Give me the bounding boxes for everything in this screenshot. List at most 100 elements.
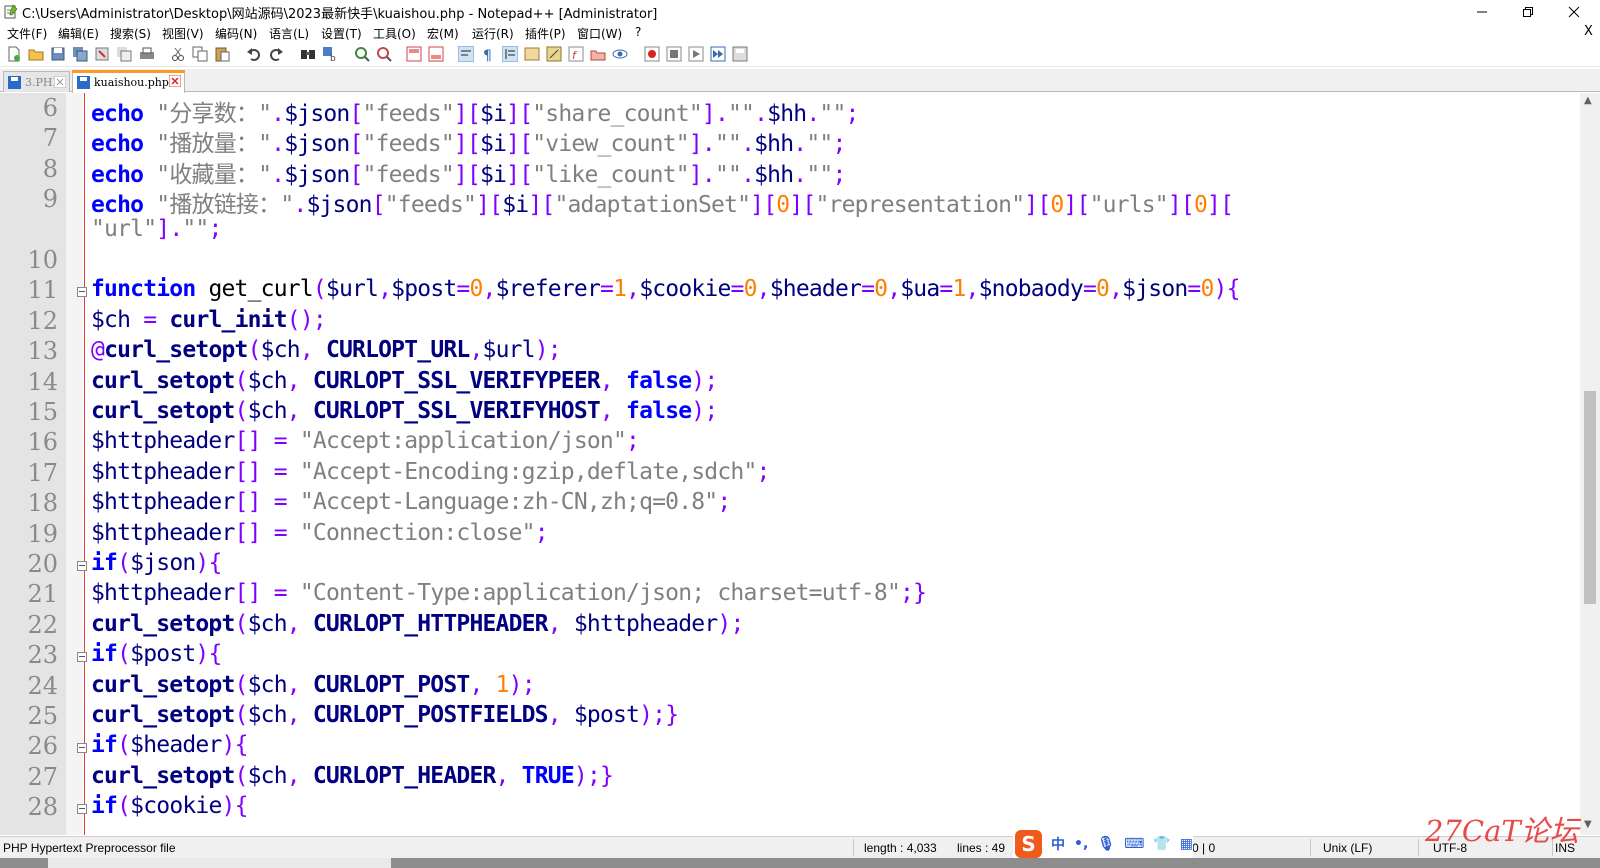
menu-edit[interactable]: 编辑(E)	[58, 25, 99, 42]
show-all-characters-icon[interactable]: ¶	[480, 46, 496, 62]
replace-icon[interactable]: b	[322, 46, 338, 62]
scroll-up-icon[interactable]: ▲	[1584, 95, 1592, 106]
tab-kuaishou-php[interactable]: kuaishou.php	[72, 70, 185, 93]
menu-language[interactable]: 语言(L)	[269, 25, 309, 42]
undo-icon[interactable]	[246, 46, 262, 62]
menu-help[interactable]: ?	[635, 25, 641, 39]
tab-3-php[interactable]: 3.PHP	[3, 71, 70, 92]
new-file-icon[interactable]	[6, 46, 22, 62]
scrollbar-thumb[interactable]	[1584, 391, 1596, 604]
menu-plugins[interactable]: 插件(P)	[525, 25, 566, 42]
play-macro-icon[interactable]	[688, 46, 704, 62]
code-line[interactable]: $httpheader[] = "Accept-Language:zh-CN,z…	[91, 489, 731, 515]
close-all-icon[interactable]	[116, 46, 132, 62]
indent-guide-icon[interactable]	[502, 46, 518, 62]
word-wrap-icon[interactable]	[458, 46, 474, 62]
code-line[interactable]: echo "收藏量：".$json["feeds"][$i]["like_cou…	[91, 155, 846, 189]
vertical-scrollbar[interactable]: ▲ ▼	[1580, 93, 1600, 835]
code-line[interactable]: if($json){	[91, 550, 222, 576]
code-line[interactable]: "url"]."";	[91, 216, 222, 242]
tab-close-icon[interactable]	[169, 75, 181, 87]
toolbox-icon[interactable]: ▦	[1180, 836, 1193, 852]
find-icon[interactable]	[300, 46, 316, 62]
menu-window[interactable]: 窗口(W)	[577, 25, 622, 42]
code-line[interactable]: curl_setopt($ch, CURLOPT_HTTPHEADER, $ht…	[91, 611, 744, 637]
sync-vertical-icon[interactable]	[406, 46, 422, 62]
title-bar: C:\Users\Administrator\Desktop\网站源码\2023…	[0, 0, 1600, 23]
document-map-icon[interactable]	[546, 46, 562, 62]
code-line[interactable]: curl_setopt($ch, CURLOPT_HEADER, TRUE);}	[91, 763, 614, 789]
zoom-in-icon[interactable]	[354, 46, 370, 62]
fold-toggle-icon[interactable]	[77, 804, 87, 815]
save-icon[interactable]	[50, 46, 66, 62]
fold-toggle-icon[interactable]	[77, 652, 87, 663]
record-macro-icon[interactable]	[644, 46, 660, 62]
save-all-icon[interactable]	[72, 46, 88, 62]
restore-button[interactable]	[1506, 0, 1550, 23]
menu-search[interactable]: 搜索(S)	[110, 25, 151, 42]
keyboard-icon[interactable]: ⌨	[1124, 836, 1144, 852]
open-file-icon[interactable]	[28, 46, 44, 62]
paste-icon[interactable]	[214, 46, 230, 62]
line-number: 27	[27, 762, 58, 791]
minimize-button[interactable]	[1460, 0, 1504, 23]
sogou-logo-icon[interactable]: S	[1015, 830, 1043, 858]
code-line[interactable]: function get_curl($url,$post=0,$referer=…	[91, 276, 1240, 302]
close-icon	[1568, 6, 1580, 17]
skin-icon[interactable]: 👕	[1153, 836, 1170, 852]
copy-icon[interactable]	[192, 46, 208, 62]
fold-toggle-icon[interactable]	[77, 743, 87, 754]
code-line[interactable]: if($header){	[91, 732, 248, 758]
code-line[interactable]: if($cookie){	[91, 793, 248, 819]
code-line[interactable]: $httpheader[] = "Accept:application/json…	[91, 428, 640, 454]
zoom-out-icon[interactable]	[376, 46, 392, 62]
ime-chinese-mode[interactable]: 中	[1051, 834, 1065, 854]
tab-close-icon[interactable]	[54, 76, 66, 88]
code-line[interactable]: $httpheader[] = "Content-Type:applicatio…	[91, 580, 927, 606]
line-number: 10	[27, 246, 58, 274]
run-macro-multiple-icon[interactable]	[710, 46, 726, 62]
stop-macro-icon[interactable]	[666, 46, 682, 62]
menu-encoding[interactable]: 编码(N)	[215, 25, 257, 42]
menu-view[interactable]: 视图(V)	[162, 25, 204, 42]
redo-icon[interactable]	[268, 46, 284, 62]
menu-file[interactable]: 文件(F)	[7, 25, 47, 42]
code-line[interactable]: curl_setopt($ch, CURLOPT_SSL_VERIFYHOST,…	[91, 398, 718, 424]
microphone-icon[interactable]: 🎙	[1097, 836, 1115, 852]
code-editor[interactable]: 6 7 8 9 10 11 12 13 14 15 16 17 18 19 20 21 22 23 24 25 26 27…	[0, 93, 1600, 835]
fold-toggle-icon[interactable]	[77, 561, 87, 571]
punctuation-icon[interactable]: •,	[1074, 836, 1088, 852]
sync-horizontal-icon[interactable]	[428, 46, 444, 62]
user-defined-language-icon[interactable]	[524, 46, 540, 62]
folder-as-workspace-icon[interactable]	[590, 46, 606, 62]
close-button[interactable]	[1552, 0, 1596, 23]
code-line[interactable]: @curl_setopt($ch, CURLOPT_URL,$url);	[91, 337, 562, 363]
line-number: 22	[27, 610, 58, 639]
code-line[interactable]: echo "分享数：".$json["feeds"][$i]["share_co…	[91, 94, 859, 128]
code-line[interactable]: $httpheader[] = "Accept-Encoding:gzip,de…	[91, 459, 770, 485]
code-line[interactable]: curl_setopt($ch, CURLOPT_SSL_VERIFYPEER,…	[91, 368, 718, 394]
code-line[interactable]: curl_setopt($ch, CURLOPT_POST, 1);	[91, 672, 536, 698]
code-line[interactable]: curl_setopt($ch, CURLOPT_POSTFIELDS, $po…	[91, 702, 679, 728]
save-macro-icon[interactable]	[732, 46, 748, 62]
code-line[interactable]: $httpheader[] = "Connection:close";	[91, 520, 549, 546]
print-icon[interactable]	[139, 46, 155, 62]
status-eol[interactable]: Unix (LF)	[1323, 841, 1372, 855]
close-file-icon[interactable]	[94, 46, 110, 62]
menu-run[interactable]: 运行(R)	[472, 25, 514, 42]
code-line[interactable]: $ch = curl_init();	[91, 307, 327, 333]
fold-toggle-icon[interactable]	[77, 287, 87, 298]
menu-settings[interactable]: 设置(T)	[321, 25, 362, 42]
cut-icon[interactable]	[170, 46, 186, 62]
code-line[interactable]: if($post){	[91, 641, 222, 667]
code-line[interactable]: echo "播放量：".$json["feeds"][$i]["view_cou…	[91, 124, 846, 158]
line-number: 11	[27, 276, 58, 305]
menu-macro[interactable]: 宏(M)	[427, 25, 459, 42]
function-list-icon[interactable]: f	[568, 46, 584, 62]
menu-tools[interactable]: 工具(O)	[373, 25, 416, 42]
monitoring-icon[interactable]	[612, 46, 628, 62]
fold-margin[interactable]	[66, 93, 83, 835]
code-line[interactable]: echo "播放链接：".$json["feeds"][$i]["adaptat…	[91, 185, 1234, 219]
close-document-button[interactable]: X	[1584, 24, 1593, 39]
scroll-down-icon[interactable]: ▼	[1584, 819, 1592, 830]
